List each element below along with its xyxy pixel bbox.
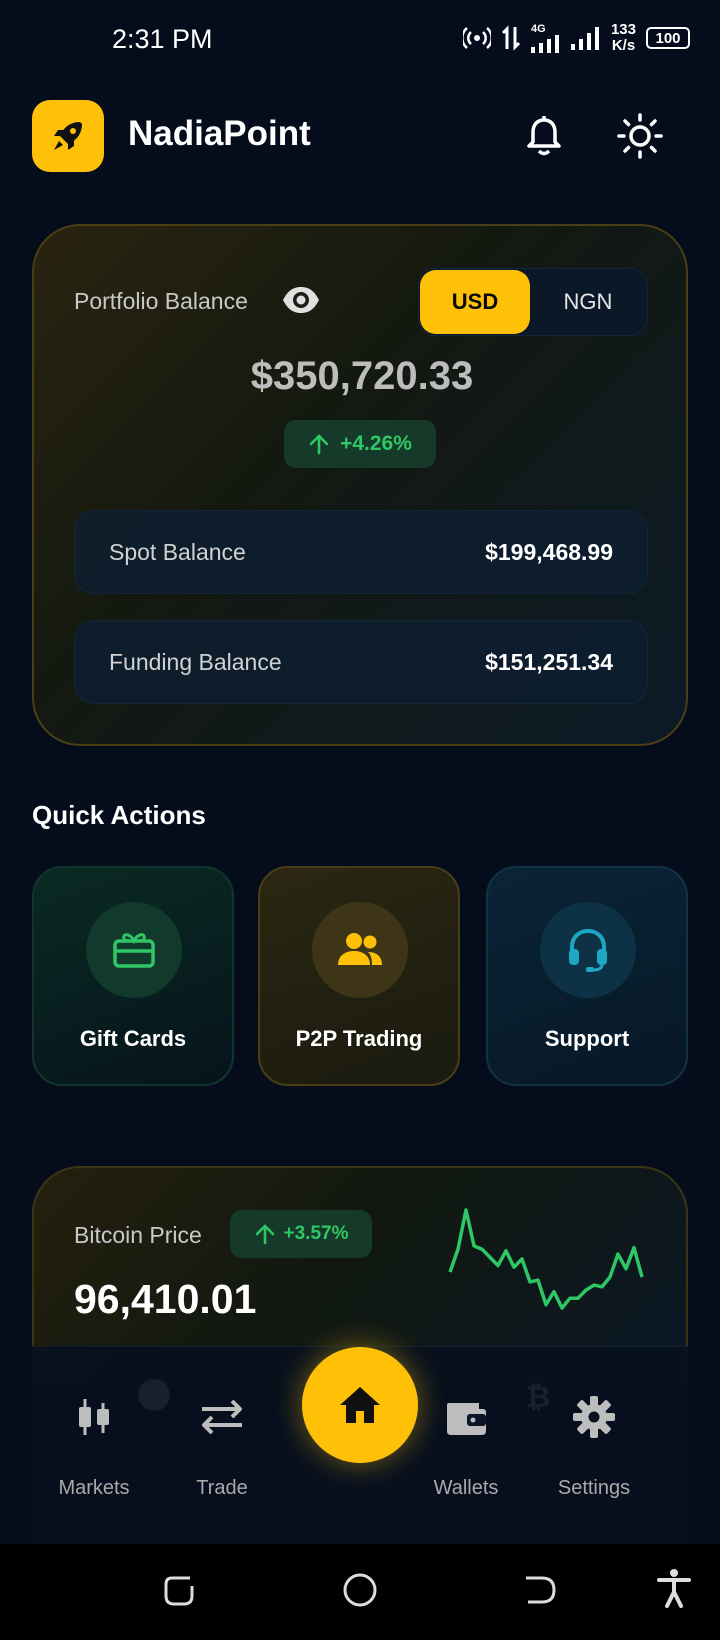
wallet-icon	[447, 1403, 486, 1435]
nav-markets[interactable]: Markets	[34, 1387, 154, 1500]
quick-actions-title: Quick Actions	[32, 800, 206, 830]
accessibility-icon[interactable]	[656, 1568, 692, 1608]
network-speed: 133 K/s	[610, 21, 636, 54]
headset-icon	[569, 928, 607, 972]
recent-apps-icon[interactable]	[162, 1572, 198, 1608]
p2p-trading-button[interactable]: P2P Trading	[258, 866, 460, 1086]
app-title: NadiaPoint	[128, 114, 311, 153]
p2p-trading-label: P2P Trading	[295, 1026, 423, 1051]
theme-toggle-button[interactable]	[616, 112, 664, 160]
rocket-icon	[54, 122, 82, 150]
nav-wallets-label: Wallets	[433, 1477, 499, 1499]
spot-balance-row[interactable]: Spot Balance $199,468.99	[74, 510, 648, 594]
spot-balance-label: Spot Balance	[109, 539, 246, 565]
gift-cards-button[interactable]: Gift Cards	[32, 866, 234, 1086]
portfolio-change-value: +4.26%	[340, 432, 412, 455]
hotspot-icon	[462, 27, 491, 49]
bottom-navigation: ₿ Markets Trade Wallets Settings	[32, 1346, 688, 1544]
arrow-up-icon	[255, 1224, 274, 1245]
portfolio-change-badge: +4.26%	[284, 420, 436, 468]
nav-settings[interactable]: Settings	[534, 1387, 654, 1500]
bell-icon	[527, 116, 561, 156]
gift-cards-label: Gift Cards	[79, 1026, 187, 1051]
spot-balance-value: $199,468.99	[485, 539, 613, 565]
nav-trade-label: Trade	[196, 1477, 248, 1499]
data-transfer-icon	[501, 25, 521, 51]
nav-markets-label: Markets	[58, 1477, 130, 1499]
currency-usd-button[interactable]: USD	[420, 270, 530, 334]
bitcoin-change-value: +3.57%	[283, 1223, 349, 1244]
notifications-button[interactable]	[520, 112, 568, 160]
app-logo	[32, 100, 104, 172]
toggle-visibility-button[interactable]	[282, 284, 320, 321]
portfolio-balance-label: Portfolio Balance	[74, 288, 248, 314]
battery-icon: 100	[646, 27, 690, 49]
currency-ngn-button[interactable]: NGN	[530, 270, 646, 334]
status-icons: 4G 133 K/s 100	[462, 21, 690, 54]
candlestick-icon	[79, 1399, 109, 1435]
nav-trade[interactable]: Trade	[162, 1387, 282, 1500]
nav-settings-label: Settings	[557, 1477, 631, 1499]
support-label: Support	[544, 1026, 630, 1051]
bitcoin-sparkline	[448, 1208, 644, 1310]
nav-home[interactable]	[302, 1347, 418, 1463]
network-type: 4G	[530, 22, 546, 35]
bitcoin-price-label: Bitcoin Price	[74, 1222, 202, 1248]
nav-wallets[interactable]: Wallets	[406, 1387, 526, 1500]
funding-balance-row[interactable]: Funding Balance $151,251.34	[74, 620, 648, 704]
sparkline-line	[448, 1208, 644, 1310]
home-icon	[340, 1387, 380, 1423]
currency-toggle: USD NGN	[418, 268, 648, 336]
portfolio-card: Portfolio Balance USD NGN $350,720.33 +4…	[32, 224, 688, 746]
sun-icon	[617, 113, 663, 159]
support-button[interactable]: Support	[486, 866, 688, 1086]
system-navigation-bar	[0, 1544, 720, 1640]
status-time: 2:31 PM	[112, 24, 213, 54]
app-header: NadiaPoint	[32, 100, 692, 172]
signal-icon	[530, 34, 559, 53]
arrow-up-icon	[309, 434, 329, 455]
users-icon	[338, 933, 382, 965]
back-icon[interactable]	[522, 1572, 558, 1608]
funding-balance-value: $151,251.34	[485, 649, 613, 675]
eye-icon	[283, 287, 319, 313]
home-system-icon[interactable]	[342, 1572, 378, 1608]
gear-icon	[573, 1396, 615, 1438]
bitcoin-price-value: 96,410.01	[74, 1276, 257, 1322]
funding-balance-label: Funding Balance	[109, 649, 282, 675]
signal-icon-2	[570, 27, 599, 50]
status-bar: 2:31 PM 4G 133 K/s 100	[0, 0, 720, 80]
bitcoin-change-badge: +3.57%	[230, 1210, 372, 1258]
swap-arrows-icon	[202, 1399, 242, 1435]
total-balance: $350,720.33	[250, 354, 474, 398]
gift-card-icon	[113, 933, 155, 968]
